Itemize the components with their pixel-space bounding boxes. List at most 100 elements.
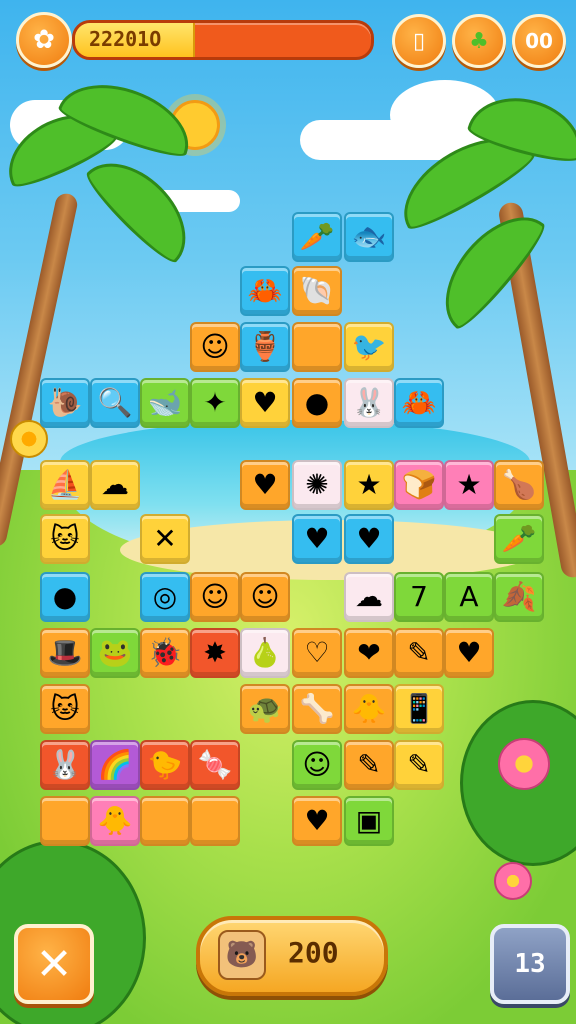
window-icon: ▣ bbox=[355, 804, 383, 837]
flower-icon bbox=[498, 738, 550, 790]
rainbow-tile[interactable]: 🌈 bbox=[90, 740, 140, 790]
heart3-tile[interactable]: ♡ bbox=[292, 628, 342, 678]
leaf-button[interactable]: ♣ bbox=[452, 14, 506, 68]
smiley-tile[interactable]: ☺ bbox=[190, 322, 240, 372]
heart4-tile[interactable]: ♥ bbox=[444, 628, 494, 678]
flower-icon bbox=[494, 862, 532, 900]
cloud-tile[interactable]: ☁ bbox=[344, 572, 394, 622]
candy-icon: 🍬 bbox=[197, 748, 233, 781]
blank3-tile[interactable] bbox=[140, 796, 190, 846]
score-value: 200 bbox=[288, 936, 339, 969]
carrot-tile[interactable]: 🥕 bbox=[292, 212, 342, 262]
level-button[interactable]: 13 bbox=[490, 924, 570, 1004]
chevron-icon: ❤ bbox=[357, 636, 381, 669]
ship-icon: ⛵ bbox=[47, 468, 83, 501]
heart3-icon: ♡ bbox=[304, 636, 330, 669]
crab2-icon: 🦀 bbox=[401, 386, 437, 419]
blank2-tile[interactable] bbox=[40, 796, 90, 846]
heart5-tile[interactable]: ♥ bbox=[292, 796, 342, 846]
heart-tile[interactable]: ♥ bbox=[240, 378, 290, 428]
vase-tile[interactable]: 🏺 bbox=[240, 322, 290, 372]
sundial-tile[interactable]: ◎ bbox=[140, 572, 190, 622]
frog-tile[interactable]: 🐸 bbox=[90, 628, 140, 678]
snail-icon: 🐌 bbox=[47, 386, 83, 419]
white-cat-tile[interactable]: 🐱 bbox=[40, 684, 90, 734]
carrot-icon: 🥕 bbox=[299, 220, 335, 253]
progress-label: 22201О bbox=[89, 27, 162, 51]
chick-tile[interactable]: 🐥 bbox=[90, 796, 140, 846]
tomato-tile[interactable]: ● bbox=[292, 378, 342, 428]
bunny-tile[interactable]: 🐰 bbox=[344, 378, 394, 428]
orange-face-tile[interactable]: ☺ bbox=[240, 572, 290, 622]
shell-tile[interactable]: 🐚 bbox=[292, 266, 342, 316]
smiley-icon: ☺ bbox=[200, 330, 230, 363]
leaf-icon: ♣ bbox=[469, 28, 489, 54]
counter-label: 00 bbox=[525, 29, 553, 53]
rainbow-icon: 🌈 bbox=[97, 748, 133, 781]
heart2-tile[interactable]: ♥ bbox=[240, 460, 290, 510]
shell-icon: 🐚 bbox=[299, 274, 335, 307]
rabbit-tile[interactable]: 🐰 bbox=[40, 740, 90, 790]
face-tile[interactable]: ☺ bbox=[190, 572, 240, 622]
star-tile[interactable]: ★ bbox=[344, 460, 394, 510]
bird2-tile[interactable]: 🐤 bbox=[140, 740, 190, 790]
snail-tile[interactable]: 🐌 bbox=[40, 378, 90, 428]
chevron-tile[interactable]: ❤ bbox=[344, 628, 394, 678]
menu-button[interactable]: ✿ bbox=[16, 12, 72, 68]
bug-icon: 🐞 bbox=[147, 636, 183, 669]
berry-tile[interactable]: ● bbox=[40, 572, 90, 622]
progress-bar: 22201О bbox=[72, 20, 374, 60]
starfish-tile[interactable]: ✦ bbox=[190, 378, 240, 428]
star2-tile[interactable]: ★ bbox=[444, 460, 494, 510]
sponge-tile[interactable]: ☁ bbox=[90, 460, 140, 510]
splat-tile[interactable]: ✺ bbox=[292, 460, 342, 510]
bread-tile[interactable]: 🍞 bbox=[394, 460, 444, 510]
pencil-tile[interactable]: ✎ bbox=[394, 628, 444, 678]
candy-tile[interactable]: 🍬 bbox=[190, 740, 240, 790]
blank-tile[interactable] bbox=[292, 322, 342, 372]
rabbit-icon: 🐰 bbox=[47, 748, 83, 781]
vase-icon: 🏺 bbox=[247, 330, 283, 363]
whale-tile[interactable]: 🐋 bbox=[140, 378, 190, 428]
pink-heart-icon: ♥ bbox=[356, 522, 382, 555]
red-heart-tile[interactable]: ♥ bbox=[292, 514, 342, 564]
red-heart-icon: ♥ bbox=[304, 522, 330, 555]
turtle-tile[interactable]: 🐢 bbox=[240, 684, 290, 734]
bug-tile[interactable]: 🐞 bbox=[140, 628, 190, 678]
close-button[interactable]: ✕ bbox=[14, 924, 94, 1004]
pencil3-tile[interactable]: ✎ bbox=[394, 740, 444, 790]
pencil2-tile[interactable]: ✎ bbox=[344, 740, 394, 790]
phone-tile[interactable]: 📱 bbox=[394, 684, 444, 734]
magnifier-tile[interactable]: 🔍 bbox=[90, 378, 140, 428]
seven-tile[interactable]: 7 bbox=[394, 572, 444, 622]
star2-icon: ★ bbox=[456, 468, 482, 501]
counter-button[interactable]: 00 bbox=[512, 14, 566, 68]
pink-heart-tile[interactable]: ♥ bbox=[344, 514, 394, 564]
star-icon: ★ bbox=[356, 468, 382, 501]
bone-tile[interactable]: ✕ bbox=[140, 514, 190, 564]
heart5-icon: ♥ bbox=[304, 804, 330, 837]
bird-tile[interactable]: 🐦 bbox=[344, 322, 394, 372]
slime-tile[interactable]: ☺ bbox=[292, 740, 342, 790]
book-button[interactable]: ▯ bbox=[392, 14, 446, 68]
pear-tile[interactable]: 🍐 bbox=[240, 628, 290, 678]
carrot2-tile[interactable]: 🥕 bbox=[494, 514, 544, 564]
fish-tile[interactable]: 🐟 bbox=[344, 212, 394, 262]
level-label: 13 bbox=[514, 949, 546, 979]
hat-tile[interactable]: 🎩 bbox=[40, 628, 90, 678]
cat-tile[interactable]: 🐱 bbox=[40, 514, 90, 564]
score-panel: 🐻 200 bbox=[196, 916, 388, 996]
blank4-tile[interactable] bbox=[190, 796, 240, 846]
window-tile[interactable]: ▣ bbox=[344, 796, 394, 846]
drumstick-tile[interactable]: 🍗 bbox=[494, 460, 544, 510]
duck-tile[interactable]: 🐥 bbox=[344, 684, 394, 734]
ship-tile[interactable]: ⛵ bbox=[40, 460, 90, 510]
crab-tile[interactable]: 🦀 bbox=[240, 266, 290, 316]
stick-tile[interactable]: 🦴 bbox=[292, 684, 342, 734]
letter-a-tile[interactable]: A bbox=[444, 572, 494, 622]
magenta-star-tile[interactable]: ✸ bbox=[190, 628, 240, 678]
leaf-tile[interactable]: 🍂 bbox=[494, 572, 544, 622]
pencil-icon: ✎ bbox=[407, 636, 431, 669]
crab2-tile[interactable]: 🦀 bbox=[394, 378, 444, 428]
pencil2-icon: ✎ bbox=[357, 748, 381, 781]
